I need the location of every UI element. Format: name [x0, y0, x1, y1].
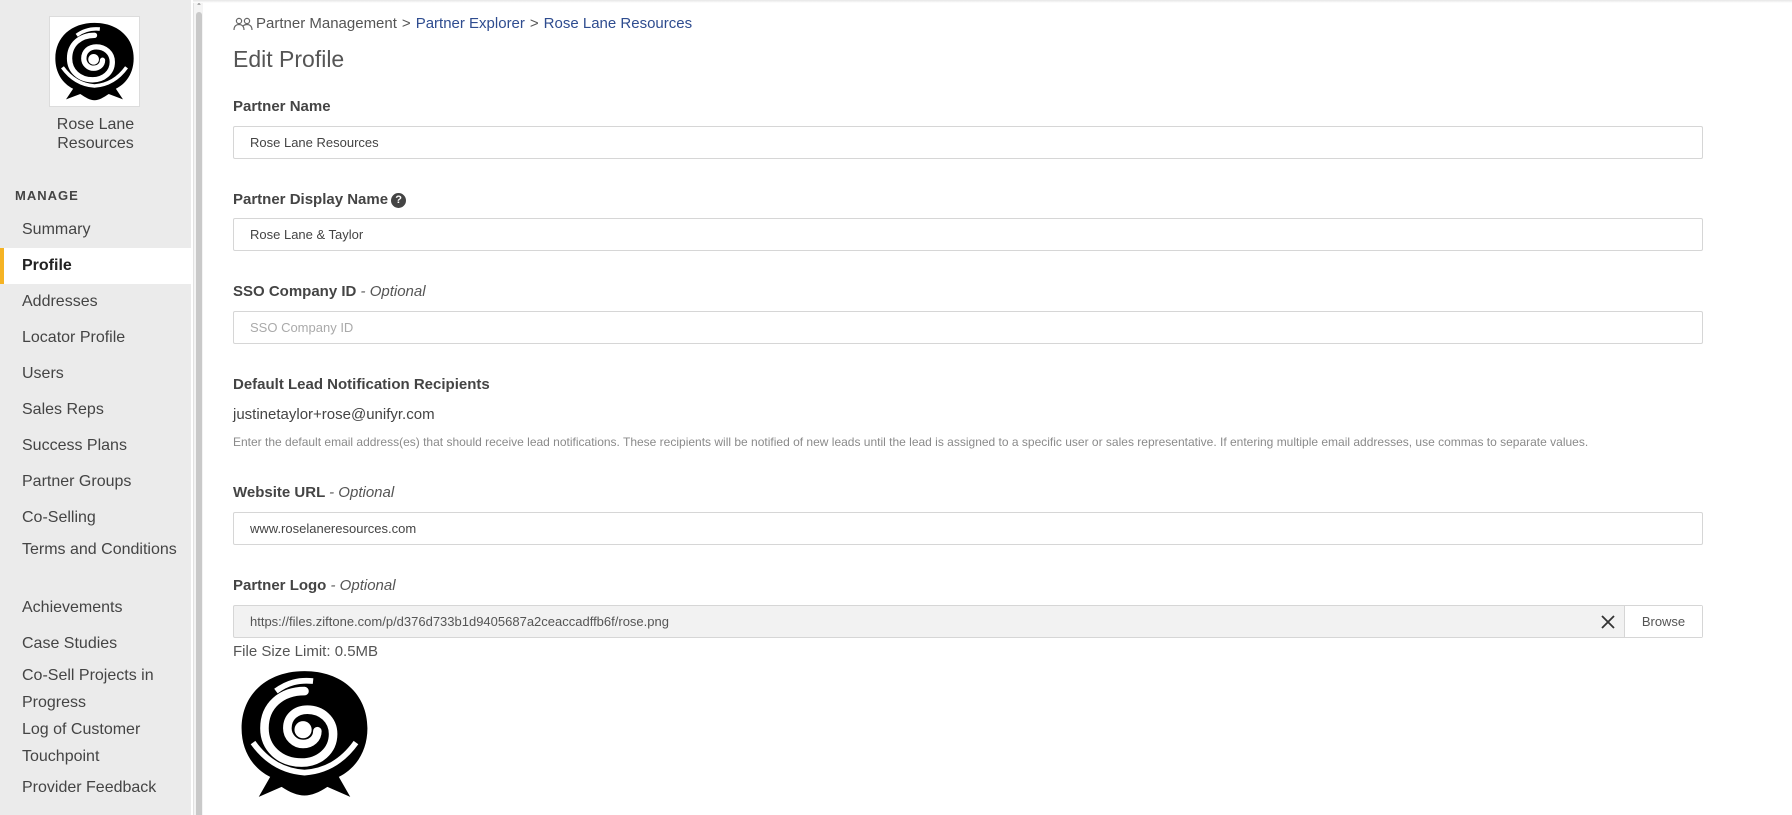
sidebar-item-users[interactable]: Users	[0, 356, 191, 392]
sidebar-scrollbar[interactable]: ▲	[193, 0, 203, 815]
browse-button[interactable]: Browse	[1624, 606, 1702, 637]
file-size-limit: File Size Limit: 0.5MB	[233, 643, 379, 660]
sso-company-id-input[interactable]	[233, 311, 1703, 344]
sidebar-item-profile[interactable]: Profile	[0, 248, 191, 284]
logo-url-field: https://files.ziftone.com/p/d376d733b1d9…	[233, 605, 1703, 638]
sidebar-nav: Summary Profile Addresses Locator Profil…	[0, 212, 191, 806]
sidebar-item-co-sell-projects[interactable]: Co-Sell Projects in Progress	[0, 662, 191, 716]
manage-section-label: MANAGE	[15, 188, 79, 203]
optional-tag: - Optional	[329, 484, 395, 501]
sso-label-text: SSO Company ID	[233, 283, 357, 300]
sso-label: SSO Company ID - Optional	[233, 283, 426, 300]
lead-recipients-value[interactable]: justinetaylor+rose@unifyr.com	[233, 406, 435, 423]
sidebar-item-achievements[interactable]: Achievements	[0, 590, 191, 626]
display-name-label: Partner Display Name?	[233, 191, 407, 208]
sidebar-item-case-studies[interactable]: Case Studies	[0, 626, 191, 662]
display-name-input[interactable]	[233, 218, 1703, 251]
close-icon	[1601, 614, 1615, 629]
sidebar-item-customer-touchpoint[interactable]: Log of Customer Touchpoint	[0, 716, 191, 770]
lead-recipients-help: Enter the default email address(es) that…	[233, 435, 1589, 449]
users-icon	[233, 17, 253, 30]
page-title: Edit Profile	[233, 46, 345, 72]
scrollbar-thumb[interactable]	[196, 12, 202, 815]
optional-tag: - Optional	[360, 283, 426, 300]
sidebar-item-provider-feedback[interactable]: Provider Feedback	[0, 770, 191, 806]
top-divider	[193, 0, 1792, 3]
sidebar-item-sales-reps[interactable]: Sales Reps	[0, 392, 191, 428]
sidebar-item-locator-profile[interactable]: Locator Profile	[0, 320, 191, 356]
breadcrumb-partner-explorer[interactable]: Partner Explorer	[416, 15, 525, 32]
website-label-text: Website URL	[233, 484, 325, 501]
breadcrumb: Partner Management > Partner Explorer > …	[233, 15, 692, 32]
breadcrumb-separator: >	[401, 15, 411, 32]
logo-label: Partner Logo - Optional	[233, 577, 396, 594]
partner-name-label-text: Partner Name	[233, 98, 331, 115]
logo-preview-image	[241, 671, 368, 797]
sidebar-item-summary[interactable]: Summary	[0, 212, 191, 248]
main-content: Partner Management > Partner Explorer > …	[193, 0, 1792, 815]
help-icon[interactable]: ?	[391, 193, 407, 208]
clear-logo-button[interactable]	[1592, 606, 1624, 637]
company-logo	[49, 16, 140, 107]
website-url-input[interactable]	[233, 512, 1703, 545]
company-name: Rose Lane Resources	[56, 116, 135, 152]
lead-recipients-label: Default Lead Notification Recipients	[233, 376, 490, 393]
lead-recipients-label-text: Default Lead Notification Recipients	[233, 376, 490, 393]
logo-label-text: Partner Logo	[233, 577, 327, 594]
sidebar-item-addresses[interactable]: Addresses	[0, 284, 191, 320]
breadcrumb-current-partner[interactable]: Rose Lane Resources	[544, 15, 692, 32]
optional-tag: - Optional	[330, 577, 396, 594]
rose-logo-icon	[55, 22, 134, 100]
sidebar-item-success-plans[interactable]: Success Plans	[0, 428, 191, 464]
sidebar: Rose Lane Resources MANAGE Summary Profi…	[0, 0, 191, 815]
breadcrumb-separator: >	[529, 15, 539, 32]
sidebar-item-co-selling[interactable]: Co-Selling	[0, 500, 191, 536]
sidebar-item-terms[interactable]: Terms and Conditions	[0, 536, 191, 590]
display-name-label-text: Partner Display Name	[233, 191, 389, 208]
partner-name-input[interactable]	[233, 126, 1703, 159]
partner-name-label: Partner Name	[233, 98, 331, 115]
website-label: Website URL - Optional	[233, 484, 394, 501]
sidebar-item-partner-groups[interactable]: Partner Groups	[0, 464, 191, 500]
breadcrumb-root: Partner Management	[256, 15, 397, 32]
logo-url-text: https://files.ziftone.com/p/d376d733b1d9…	[250, 614, 669, 629]
